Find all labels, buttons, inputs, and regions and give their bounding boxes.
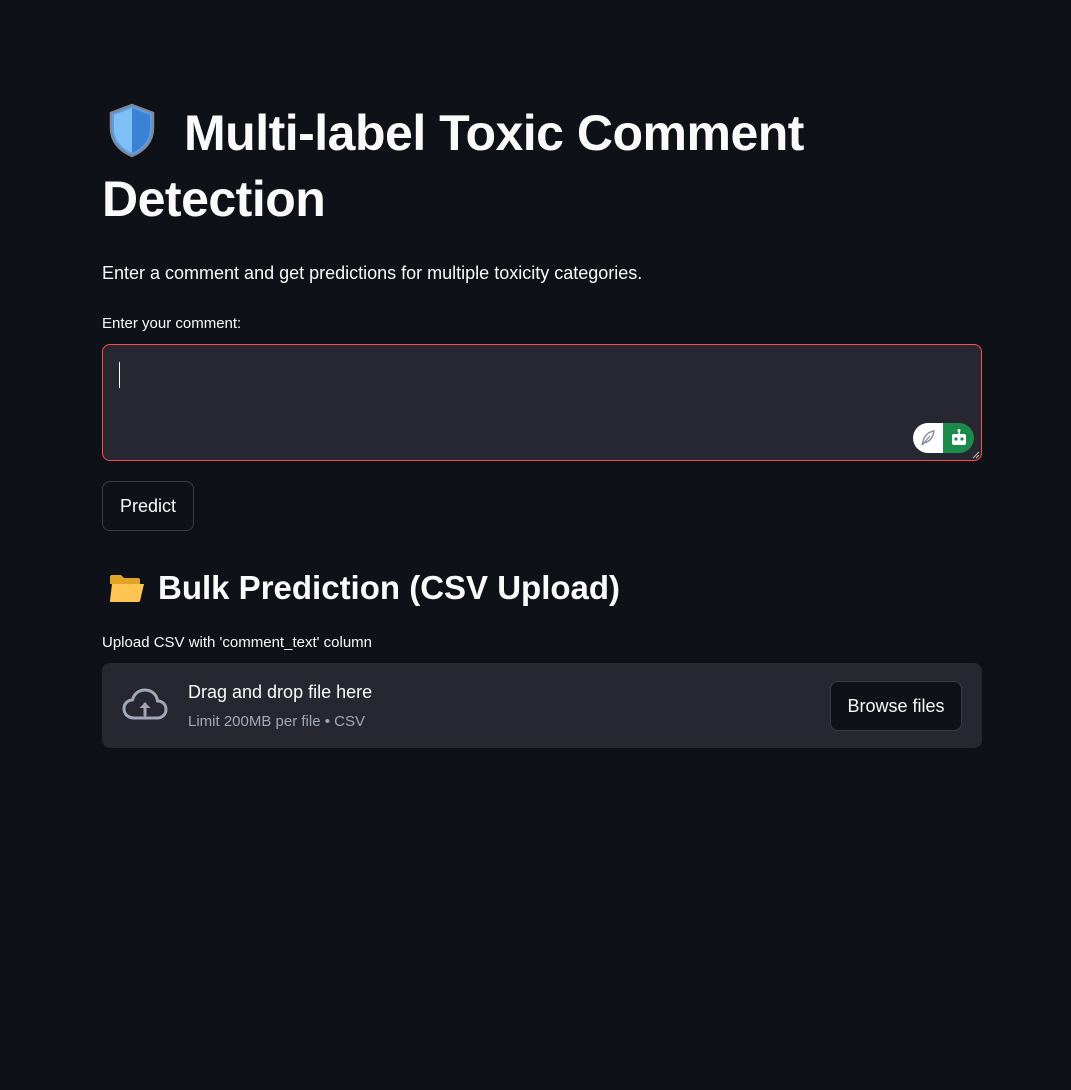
dropzone-title: Drag and drop file here	[188, 682, 373, 702]
bulk-section-title-text: Bulk Prediction (CSV Upload)	[158, 569, 621, 606]
file-dropzone[interactable]: Drag and drop file here Limit 200MB per …	[102, 663, 982, 748]
page-title: Multi-label Toxic Comment Detection	[102, 100, 982, 232]
page-title-text: Multi-label Toxic Comment Detection	[102, 105, 804, 227]
page-subtitle: Enter a comment and get predictions for …	[102, 263, 643, 283]
robot-icon[interactable]	[943, 423, 974, 453]
cloud-upload-icon	[122, 688, 168, 720]
text-caret	[119, 362, 120, 388]
predict-button[interactable]: Predict	[102, 481, 194, 531]
bulk-section-title: Bulk Prediction (CSV Upload)	[102, 566, 620, 610]
upload-field-label: Upload CSV with 'comment_text' column	[102, 634, 373, 651]
browse-files-button[interactable]: Browse files	[830, 681, 962, 731]
shield-icon	[109, 103, 155, 158]
comment-textarea[interactable]	[102, 344, 982, 461]
feather-icon[interactable]	[913, 423, 943, 453]
dropzone-hint: Limit 200MB per file • CSV	[188, 713, 365, 730]
resize-handle-icon[interactable]	[972, 451, 980, 459]
extension-pill[interactable]	[913, 423, 974, 453]
folder-icon	[109, 575, 144, 602]
comment-field-label: Enter your comment:	[102, 315, 242, 332]
